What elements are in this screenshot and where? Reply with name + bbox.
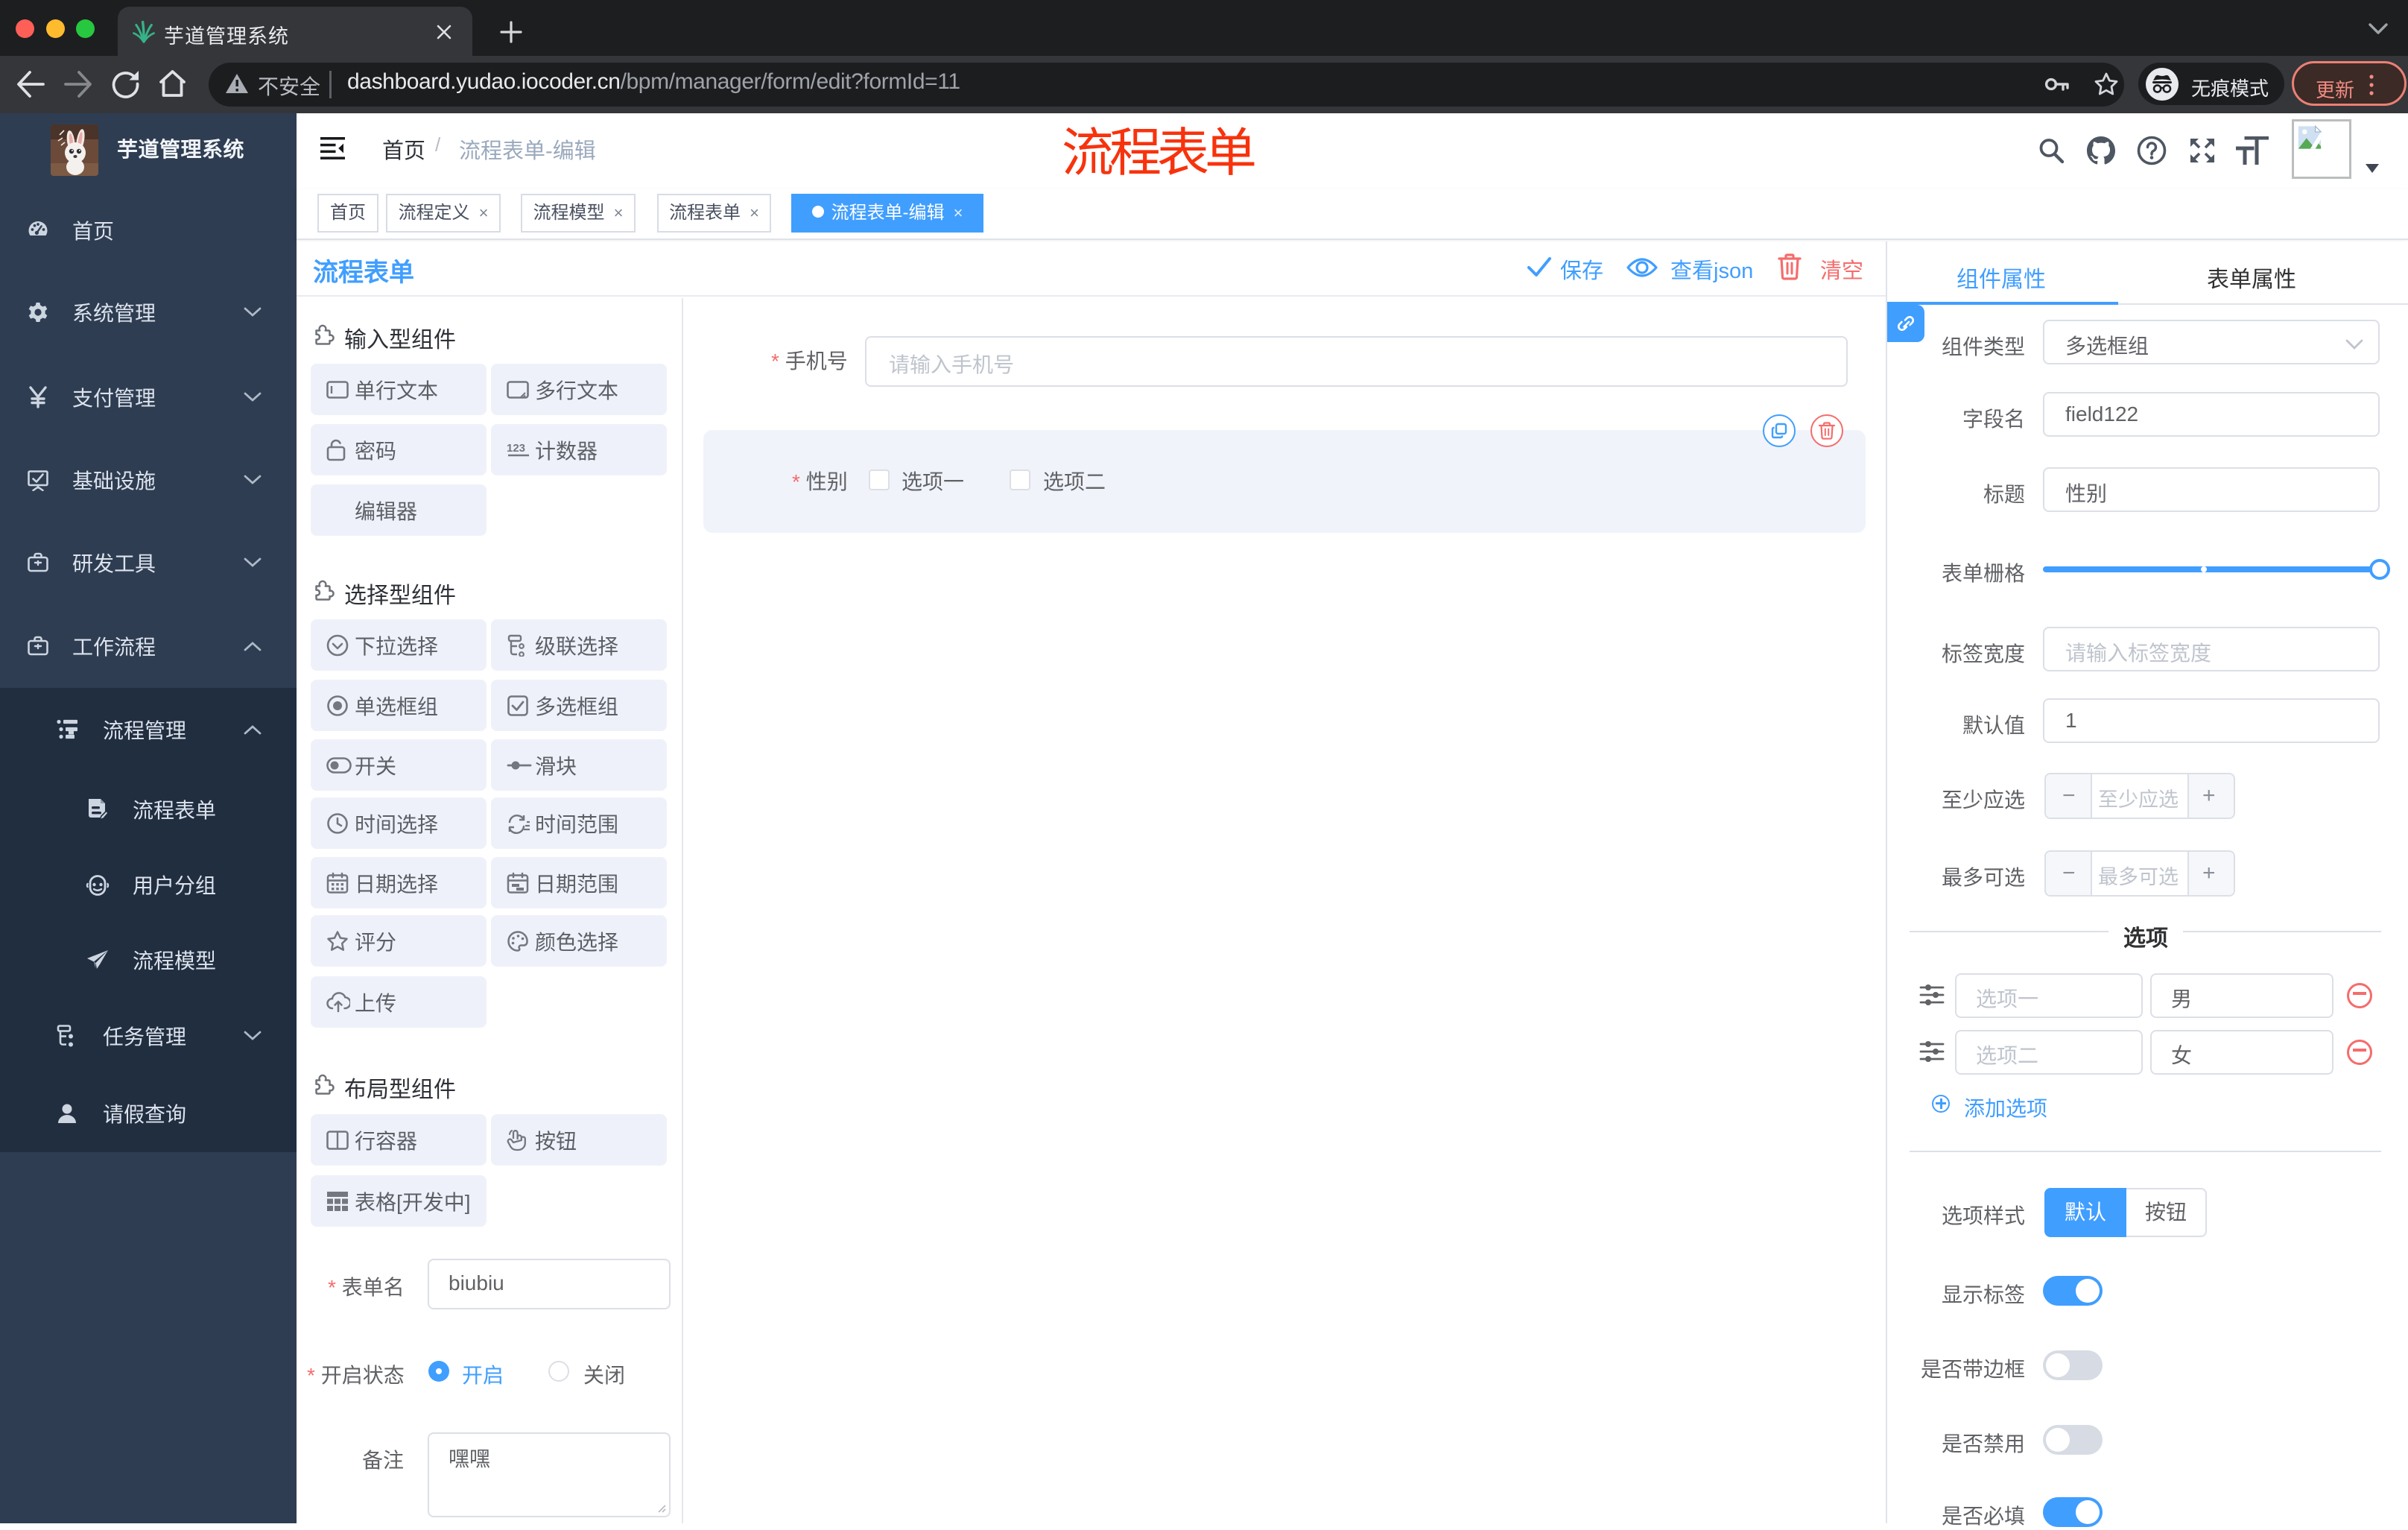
svg-text:123: 123 <box>507 442 525 455</box>
